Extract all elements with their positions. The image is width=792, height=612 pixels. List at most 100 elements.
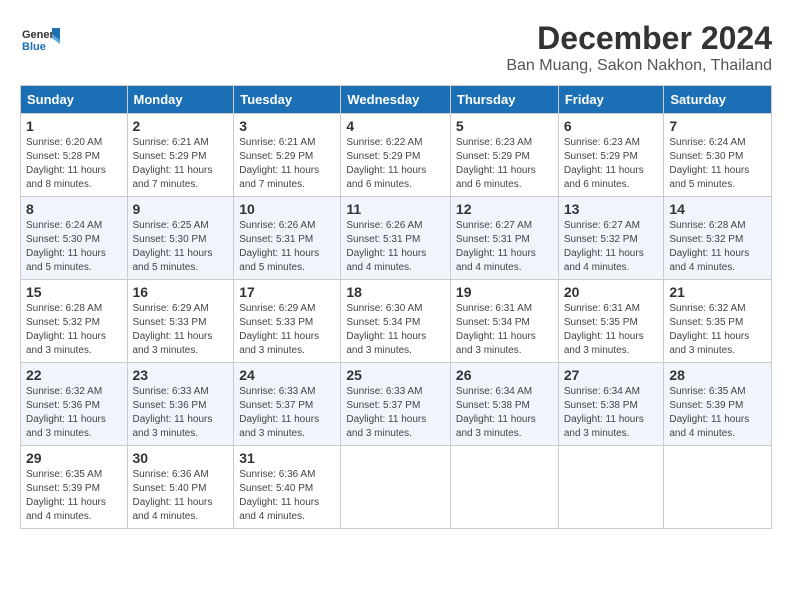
day-number: 1 xyxy=(26,118,122,134)
sunset-text: Sunset: 5:29 PM xyxy=(456,151,530,162)
sunrise-text: Sunrise: 6:27 AM xyxy=(564,220,640,231)
daylight-text: Daylight: 11 hours and 4 minutes. xyxy=(239,497,319,522)
calendar-header-row: Sunday Monday Tuesday Wednesday Thursday… xyxy=(21,86,772,114)
table-row: 15 Sunrise: 6:28 AM Sunset: 5:32 PM Dayl… xyxy=(21,280,128,363)
sunset-text: Sunset: 5:31 PM xyxy=(456,234,530,245)
day-number: 15 xyxy=(26,284,122,300)
day-number: 28 xyxy=(669,367,766,383)
table-row xyxy=(664,446,772,529)
table-row: 2 Sunrise: 6:21 AM Sunset: 5:29 PM Dayli… xyxy=(127,114,234,197)
daylight-text: Daylight: 11 hours and 3 minutes. xyxy=(133,414,213,439)
day-info: Sunrise: 6:26 AM Sunset: 5:31 PM Dayligh… xyxy=(239,219,335,275)
daylight-text: Daylight: 11 hours and 3 minutes. xyxy=(26,414,106,439)
sunrise-text: Sunrise: 6:32 AM xyxy=(669,303,745,314)
sunset-text: Sunset: 5:37 PM xyxy=(239,400,313,411)
sunset-text: Sunset: 5:32 PM xyxy=(564,234,638,245)
day-info: Sunrise: 6:31 AM Sunset: 5:34 PM Dayligh… xyxy=(456,302,553,358)
day-number: 31 xyxy=(239,450,335,466)
table-row: 6 Sunrise: 6:23 AM Sunset: 5:29 PM Dayli… xyxy=(558,114,664,197)
sunrise-text: Sunrise: 6:28 AM xyxy=(669,220,745,231)
sunset-text: Sunset: 5:32 PM xyxy=(26,317,100,328)
daylight-text: Daylight: 11 hours and 3 minutes. xyxy=(564,331,644,356)
daylight-text: Daylight: 11 hours and 4 minutes. xyxy=(133,497,213,522)
table-row: 28 Sunrise: 6:35 AM Sunset: 5:39 PM Dayl… xyxy=(664,363,772,446)
day-number: 30 xyxy=(133,450,229,466)
table-row: 8 Sunrise: 6:24 AM Sunset: 5:30 PM Dayli… xyxy=(21,197,128,280)
day-info: Sunrise: 6:27 AM Sunset: 5:32 PM Dayligh… xyxy=(564,219,659,275)
calendar-week-4: 22 Sunrise: 6:32 AM Sunset: 5:36 PM Dayl… xyxy=(21,363,772,446)
day-number: 10 xyxy=(239,201,335,217)
day-number: 16 xyxy=(133,284,229,300)
sunrise-text: Sunrise: 6:21 AM xyxy=(133,137,209,148)
sunset-text: Sunset: 5:31 PM xyxy=(239,234,313,245)
day-info: Sunrise: 6:36 AM Sunset: 5:40 PM Dayligh… xyxy=(133,468,229,524)
col-wednesday: Wednesday xyxy=(341,86,451,114)
day-info: Sunrise: 6:28 AM Sunset: 5:32 PM Dayligh… xyxy=(669,219,766,275)
daylight-text: Daylight: 11 hours and 7 minutes. xyxy=(239,165,319,190)
daylight-text: Daylight: 11 hours and 4 minutes. xyxy=(669,414,749,439)
sunrise-text: Sunrise: 6:35 AM xyxy=(26,469,102,480)
day-info: Sunrise: 6:32 AM Sunset: 5:35 PM Dayligh… xyxy=(669,302,766,358)
daylight-text: Daylight: 11 hours and 3 minutes. xyxy=(26,331,106,356)
calendar-week-3: 15 Sunrise: 6:28 AM Sunset: 5:32 PM Dayl… xyxy=(21,280,772,363)
daylight-text: Daylight: 11 hours and 4 minutes. xyxy=(456,248,536,273)
day-number: 27 xyxy=(564,367,659,383)
day-number: 17 xyxy=(239,284,335,300)
table-row: 25 Sunrise: 6:33 AM Sunset: 5:37 PM Dayl… xyxy=(341,363,451,446)
table-row: 16 Sunrise: 6:29 AM Sunset: 5:33 PM Dayl… xyxy=(127,280,234,363)
table-row: 4 Sunrise: 6:22 AM Sunset: 5:29 PM Dayli… xyxy=(341,114,451,197)
sunrise-text: Sunrise: 6:34 AM xyxy=(564,386,640,397)
sunset-text: Sunset: 5:34 PM xyxy=(456,317,530,328)
table-row: 22 Sunrise: 6:32 AM Sunset: 5:36 PM Dayl… xyxy=(21,363,128,446)
day-info: Sunrise: 6:32 AM Sunset: 5:36 PM Dayligh… xyxy=(26,385,122,441)
sunrise-text: Sunrise: 6:23 AM xyxy=(564,137,640,148)
table-row xyxy=(558,446,664,529)
daylight-text: Daylight: 11 hours and 5 minutes. xyxy=(669,165,749,190)
daylight-text: Daylight: 11 hours and 6 minutes. xyxy=(564,165,644,190)
day-info: Sunrise: 6:29 AM Sunset: 5:33 PM Dayligh… xyxy=(239,302,335,358)
day-info: Sunrise: 6:35 AM Sunset: 5:39 PM Dayligh… xyxy=(26,468,122,524)
sunset-text: Sunset: 5:39 PM xyxy=(669,400,743,411)
daylight-text: Daylight: 11 hours and 6 minutes. xyxy=(346,165,426,190)
sunset-text: Sunset: 5:33 PM xyxy=(133,317,207,328)
daylight-text: Daylight: 11 hours and 3 minutes. xyxy=(346,414,426,439)
daylight-text: Daylight: 11 hours and 3 minutes. xyxy=(239,414,319,439)
daylight-text: Daylight: 11 hours and 3 minutes. xyxy=(133,331,213,356)
day-number: 4 xyxy=(346,118,445,134)
sunrise-text: Sunrise: 6:36 AM xyxy=(239,469,315,480)
daylight-text: Daylight: 11 hours and 8 minutes. xyxy=(26,165,106,190)
table-row: 18 Sunrise: 6:30 AM Sunset: 5:34 PM Dayl… xyxy=(341,280,451,363)
calendar-week-1: 1 Sunrise: 6:20 AM Sunset: 5:28 PM Dayli… xyxy=(21,114,772,197)
day-info: Sunrise: 6:27 AM Sunset: 5:31 PM Dayligh… xyxy=(456,219,553,275)
day-info: Sunrise: 6:34 AM Sunset: 5:38 PM Dayligh… xyxy=(564,385,659,441)
sunset-text: Sunset: 5:40 PM xyxy=(239,483,313,494)
table-row: 31 Sunrise: 6:36 AM Sunset: 5:40 PM Dayl… xyxy=(234,446,341,529)
daylight-text: Daylight: 11 hours and 4 minutes. xyxy=(346,248,426,273)
sunset-text: Sunset: 5:31 PM xyxy=(346,234,420,245)
sunset-text: Sunset: 5:36 PM xyxy=(26,400,100,411)
table-row: 5 Sunrise: 6:23 AM Sunset: 5:29 PM Dayli… xyxy=(450,114,558,197)
day-info: Sunrise: 6:28 AM Sunset: 5:32 PM Dayligh… xyxy=(26,302,122,358)
sunset-text: Sunset: 5:38 PM xyxy=(564,400,638,411)
sunrise-text: Sunrise: 6:30 AM xyxy=(346,303,422,314)
table-row: 27 Sunrise: 6:34 AM Sunset: 5:38 PM Dayl… xyxy=(558,363,664,446)
table-row: 12 Sunrise: 6:27 AM Sunset: 5:31 PM Dayl… xyxy=(450,197,558,280)
table-row: 13 Sunrise: 6:27 AM Sunset: 5:32 PM Dayl… xyxy=(558,197,664,280)
day-number: 29 xyxy=(26,450,122,466)
daylight-text: Daylight: 11 hours and 3 minutes. xyxy=(669,331,749,356)
day-number: 5 xyxy=(456,118,553,134)
day-info: Sunrise: 6:24 AM Sunset: 5:30 PM Dayligh… xyxy=(669,136,766,192)
title-area: December 2024 Ban Muang, Sakon Nakhon, T… xyxy=(506,20,772,75)
day-info: Sunrise: 6:22 AM Sunset: 5:29 PM Dayligh… xyxy=(346,136,445,192)
table-row: 21 Sunrise: 6:32 AM Sunset: 5:35 PM Dayl… xyxy=(664,280,772,363)
day-number: 9 xyxy=(133,201,229,217)
sunset-text: Sunset: 5:29 PM xyxy=(133,151,207,162)
day-info: Sunrise: 6:21 AM Sunset: 5:29 PM Dayligh… xyxy=(133,136,229,192)
sunrise-text: Sunrise: 6:23 AM xyxy=(456,137,532,148)
table-row: 26 Sunrise: 6:34 AM Sunset: 5:38 PM Dayl… xyxy=(450,363,558,446)
daylight-text: Daylight: 11 hours and 4 minutes. xyxy=(669,248,749,273)
sunset-text: Sunset: 5:32 PM xyxy=(669,234,743,245)
daylight-text: Daylight: 11 hours and 4 minutes. xyxy=(564,248,644,273)
daylight-text: Daylight: 11 hours and 6 minutes. xyxy=(456,165,536,190)
table-row: 10 Sunrise: 6:26 AM Sunset: 5:31 PM Dayl… xyxy=(234,197,341,280)
